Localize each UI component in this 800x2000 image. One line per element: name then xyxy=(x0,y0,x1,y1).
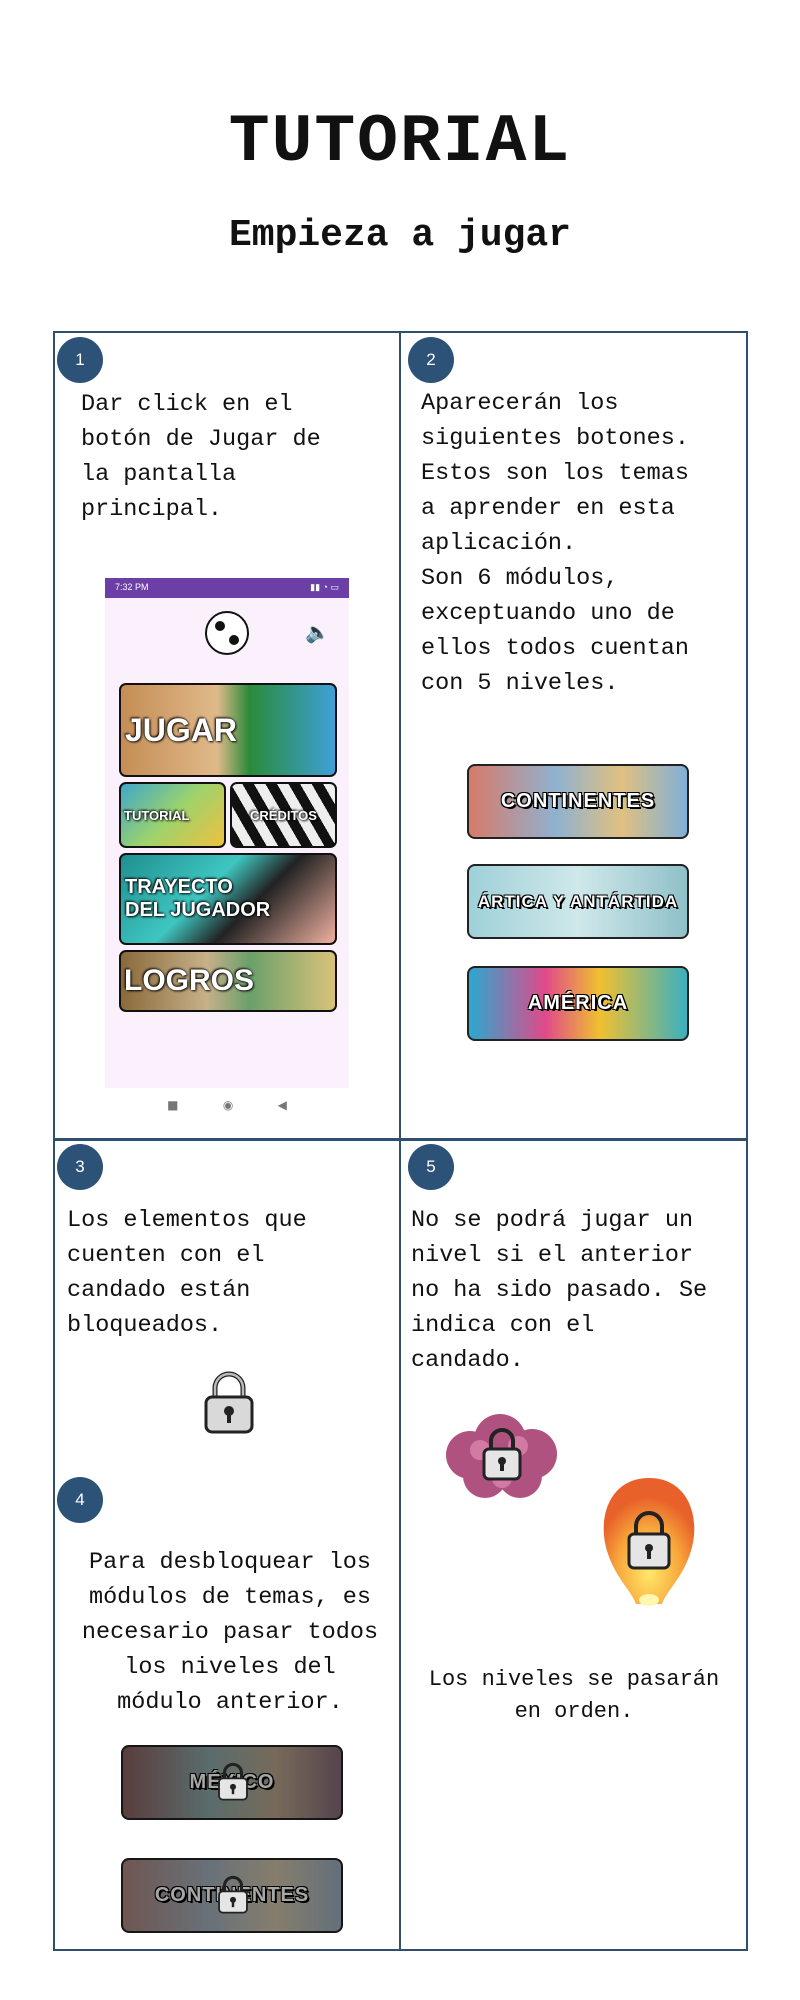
step-1-text: Dar click en el botón de Jugar de la pan… xyxy=(81,391,321,523)
square-icon[interactable]: ■ xyxy=(167,1098,178,1112)
trayecto-tile-label-2: DEL JUGADOR xyxy=(125,899,271,921)
america-button[interactable]: AMÉRICA xyxy=(467,966,689,1041)
speaker-icon[interactable]: 🔈 xyxy=(305,620,330,644)
creditos-tile-label: CRÉDITOS xyxy=(250,807,317,823)
america-button-label: AMÉRICA xyxy=(527,992,629,1014)
back-triangle-icon[interactable]: ◀ xyxy=(278,1098,287,1112)
step-3-text: Los elementos que cuenten con el candado… xyxy=(67,1207,307,1339)
step-5-note: Los niveles se pasarán en orden. xyxy=(428,1667,720,1724)
mexico-padlock-icon xyxy=(218,1762,248,1801)
continentes-button-label: CONTINENTES xyxy=(500,790,656,812)
step-2-badge: 2 xyxy=(408,337,454,383)
step-4-badge: 4 xyxy=(57,1477,103,1523)
continentes-button[interactable]: CONTINENTES xyxy=(467,764,689,839)
tutorial-tile-button[interactable]: TUTORIAL xyxy=(119,782,226,848)
flower-locked-level-icon xyxy=(446,1414,557,1498)
lantern-locked-level-icon xyxy=(603,1478,695,1606)
step-2-text: Aparecerán los siguientes botones. Estos… xyxy=(421,390,689,697)
trayecto-tile-label-1: TRAYECTO xyxy=(125,876,233,898)
grid-divider-horizontal xyxy=(53,1138,748,1141)
page-subtitle: Empieza a jugar xyxy=(228,214,572,257)
logros-tile-button[interactable]: LOGROS xyxy=(119,950,337,1012)
step-5-badge: 5 xyxy=(408,1144,454,1190)
circle-icon[interactable]: ◉ xyxy=(223,1098,233,1112)
creditos-tile-button[interactable]: CRÉDITOS xyxy=(230,782,337,848)
artica-button[interactable]: ÁRTICA Y ANTÁRTIDA xyxy=(467,864,689,939)
jugar-tile-button[interactable]: JUGAR xyxy=(119,683,337,777)
app-logo-icon xyxy=(205,611,249,655)
phone-status-time: 7:32 PM xyxy=(115,582,149,592)
logros-tile-label: LOGROS xyxy=(124,964,255,997)
trayecto-tile-button[interactable]: TRAYECTO DEL JUGADOR xyxy=(119,853,337,945)
step-4-text: Para desbloquear los módulos de temas, e… xyxy=(81,1549,379,1716)
phone-nav-bar: ■ ◉ ◀ xyxy=(105,1092,349,1118)
phone-screenshot: 7:32 PM ▮▮ ◔ ▭ 🔈 JUGAR TUTORIAL CRÉDITOS… xyxy=(105,578,349,1088)
tutorial-tile-label: TUTORIAL xyxy=(124,807,190,823)
jugar-tile-label: JUGAR xyxy=(125,711,238,748)
step-5-text: No se podrá jugar un nivel si el anterio… xyxy=(411,1207,708,1374)
artica-button-label: ÁRTICA Y ANTÁRTIDA xyxy=(477,891,679,911)
step-3-badge: 3 xyxy=(57,1144,103,1190)
continentes-padlock-icon xyxy=(218,1875,248,1914)
page-title: TUTORIAL xyxy=(228,104,572,181)
grid-divider-vertical xyxy=(399,331,401,1951)
phone-status-bar: 7:32 PM ▮▮ ◔ ▭ xyxy=(105,578,349,598)
padlock-icon xyxy=(204,1371,254,1434)
phone-status-icons: ▮▮ ◔ ▭ xyxy=(310,582,339,592)
step-1-badge: 1 xyxy=(57,337,103,383)
